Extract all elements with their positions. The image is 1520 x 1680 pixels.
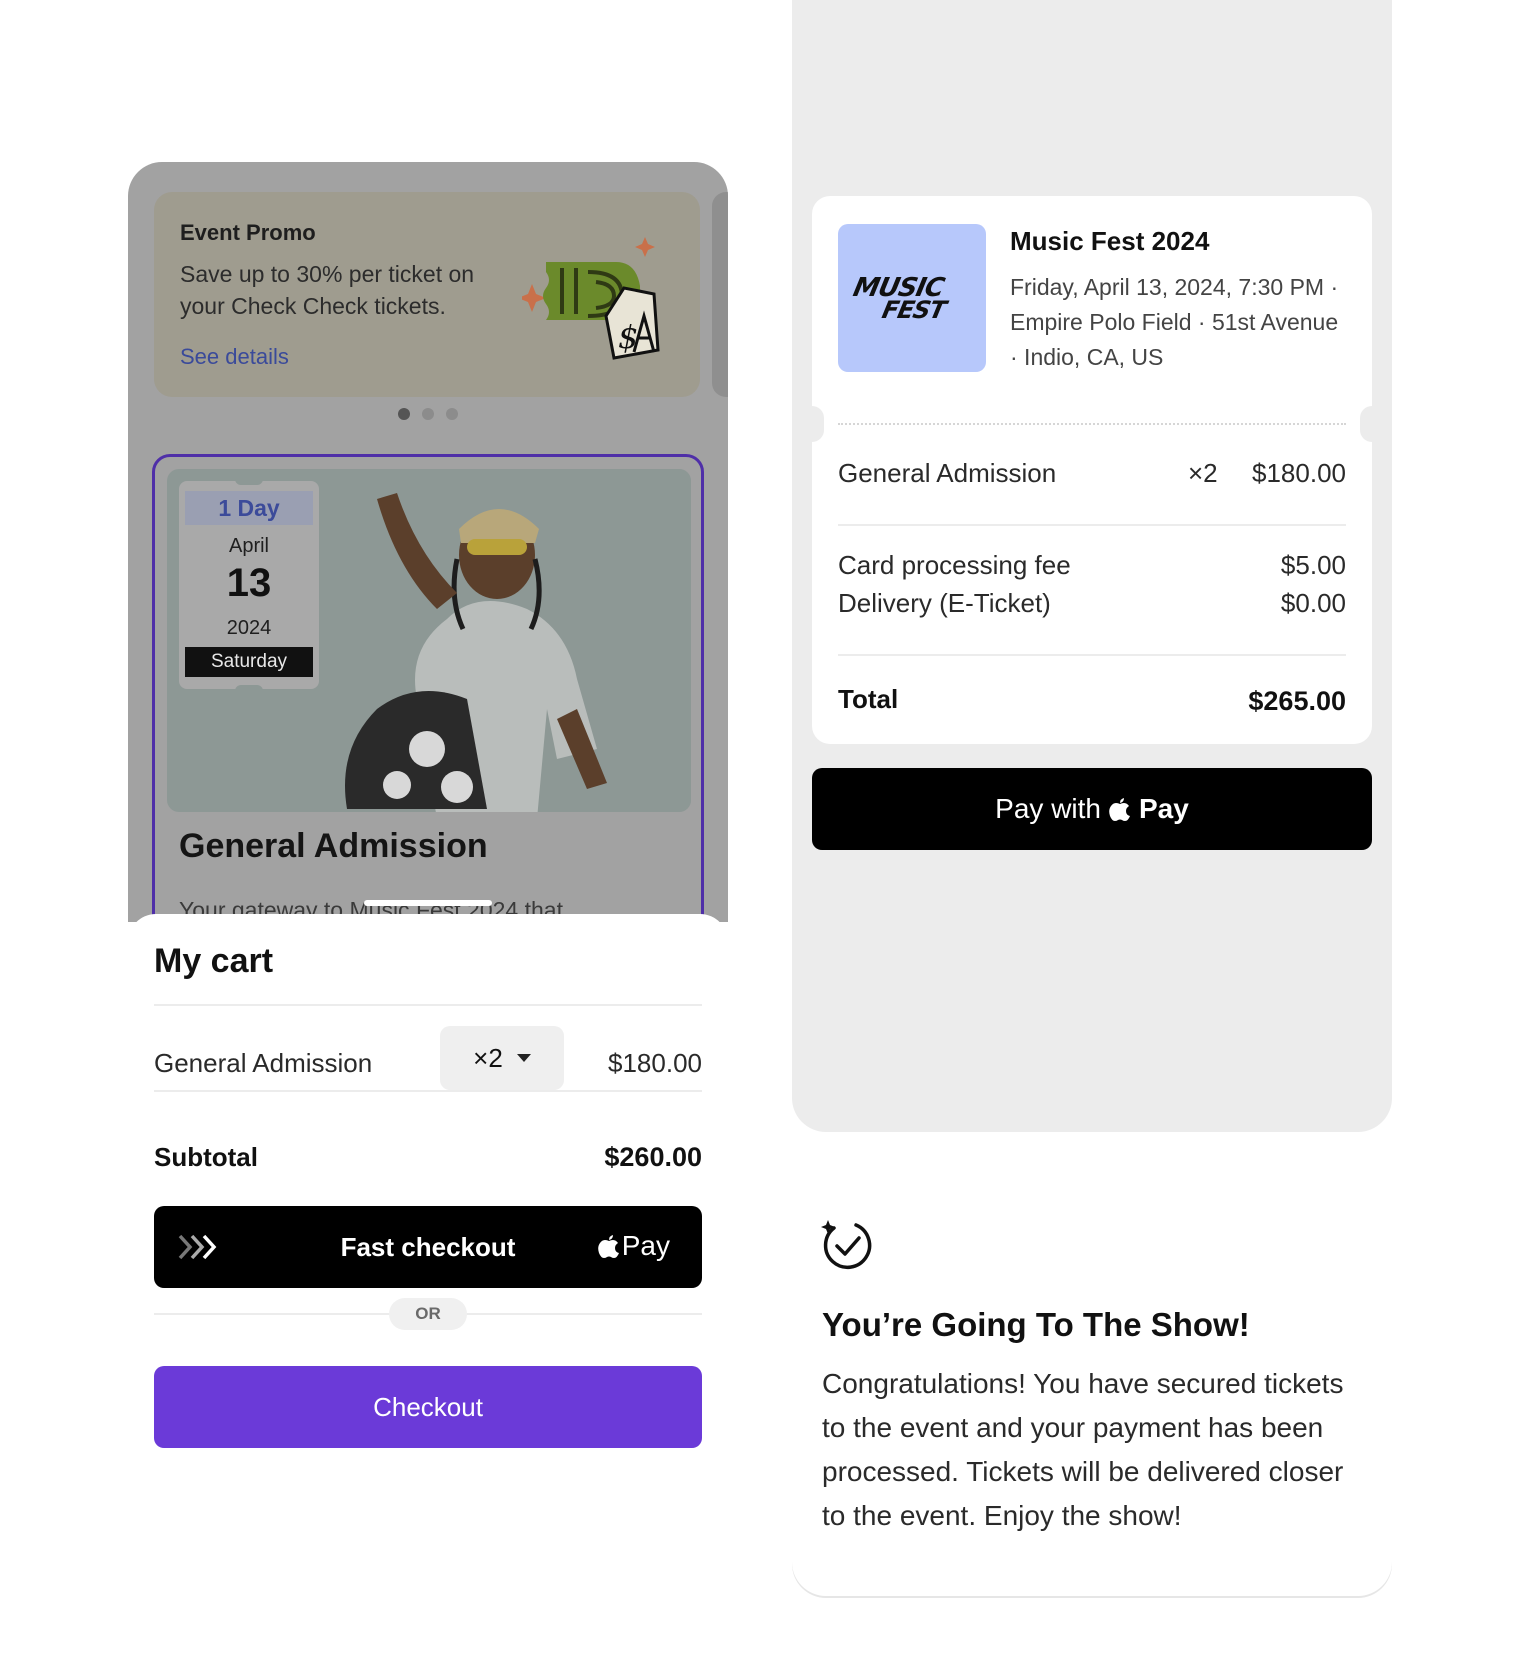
- subtotal-label: Subtotal: [154, 1142, 258, 1172]
- line-item-label: Delivery (E-Ticket): [838, 588, 1051, 618]
- order-summary-card: MUSIC FEST Music Fest 2024 Friday, April…: [800, 196, 1384, 744]
- artist-image: [317, 469, 691, 812]
- date-tag-notch: [235, 477, 263, 485]
- ticket-notch: [800, 406, 824, 442]
- confirmation-title: You’re Going To The Show!: [822, 1306, 1250, 1343]
- date-day-number: 13: [226, 561, 272, 605]
- confirmation-card: You’re Going To The Show! Congratulation…: [792, 1150, 1392, 1596]
- or-label: OR: [389, 1298, 467, 1330]
- divider: [154, 1004, 702, 1006]
- quantity-select[interactable]: ×2: [440, 1026, 564, 1090]
- confirmation-body: Congratulations! You have secured ticket…: [822, 1368, 1344, 1531]
- perforation-line: [838, 423, 1346, 425]
- line-item-label: Card processing fee: [838, 550, 1071, 580]
- total-label: Total: [838, 684, 899, 714]
- promo-card[interactable]: Event Promo Save up to 30% per ticket on…: [154, 192, 700, 397]
- pay-with-label: Pay with: [995, 793, 1101, 824]
- apple-logo-icon: [1109, 798, 1130, 821]
- logo-line-2: FEST: [880, 295, 952, 324]
- event-title: Music Fest 2024: [1010, 226, 1210, 256]
- apple-logo-icon: [597, 1235, 619, 1258]
- checkout-button[interactable]: Checkout: [154, 1366, 702, 1448]
- pay-with-apple-pay-button[interactable]: Pay with Pay: [812, 768, 1372, 850]
- ticket-card-selected[interactable]: 1 Day April 13 2024 Saturday General Adm…: [152, 454, 704, 954]
- quantity-value: ×2: [473, 1042, 503, 1073]
- artist-photo: 1 Day April 13 2024 Saturday: [167, 469, 691, 812]
- date-year: 2024: [226, 617, 272, 639]
- divider: [154, 1090, 702, 1092]
- date-month: April: [228, 535, 269, 557]
- dimmed-background[interactable]: Event Promo Save up to 30% per ticket on…: [128, 162, 728, 954]
- line-item-value: $180.00: [1252, 458, 1346, 488]
- order-summary-screen: MUSIC FEST Music Fest 2024 Friday, April…: [792, 0, 1392, 1132]
- divider: [838, 654, 1346, 656]
- date-duration: 1 Day: [185, 491, 313, 525]
- line-item-value: $0.00: [1280, 588, 1346, 618]
- cart-item-label: General Admission: [154, 1048, 373, 1078]
- promo-text: Save up to 30% per ticket on your Check …: [180, 261, 475, 319]
- total-value: $265.00: [1248, 686, 1346, 716]
- date-tag: 1 Day April 13 2024 Saturday: [179, 477, 319, 693]
- apple-pay-mark: Pay: [597, 1230, 670, 1262]
- sheet-grab-handle[interactable]: [364, 900, 492, 906]
- pay-word: Pay: [621, 1230, 670, 1261]
- promo-title: Event Promo: [180, 220, 316, 245]
- date-weekday: Saturday: [185, 647, 313, 677]
- event-meta: Friday, April 13, 2024, 7:30 PM · Empire…: [1010, 274, 1339, 370]
- cart-sheet: My cart General Admission ×2 $180.00 Sub…: [128, 914, 728, 1456]
- event-thumbnail: MUSIC FEST: [838, 224, 986, 372]
- check-circle-sparkle-icon: [821, 1220, 872, 1270]
- date-tag-notch: [235, 685, 263, 693]
- chevron-down-icon: [516, 1054, 531, 1062]
- pay-word: Pay: [1139, 793, 1189, 824]
- next-promo-card[interactable]: [712, 192, 728, 397]
- music-fest-logo: MUSIC FEST: [851, 273, 952, 324]
- cart-screen: Event Promo Save up to 30% per ticket on…: [128, 162, 728, 1456]
- ticket-notch: [1360, 406, 1384, 442]
- line-item-qty: ×2: [1188, 458, 1218, 488]
- ticket-heading: General Admission: [179, 827, 488, 865]
- divider: [838, 524, 1346, 526]
- see-details-link[interactable]: See details: [180, 344, 289, 370]
- subtotal-value: $260.00: [604, 1142, 702, 1172]
- line-item-label: General Admission: [838, 458, 1057, 488]
- carousel-dots: [128, 408, 728, 420]
- cart-title: My cart: [154, 942, 274, 980]
- fast-checkout-button[interactable]: Fast checkout Pay: [154, 1206, 702, 1288]
- carousel-dot[interactable]: [446, 408, 458, 420]
- ticket-dollar-illustration: $: [522, 237, 660, 360]
- cart-item-price: $180.00: [608, 1048, 702, 1078]
- carousel-dot[interactable]: [422, 408, 434, 420]
- line-item-value: $5.00: [1280, 550, 1346, 580]
- carousel-dot[interactable]: [398, 408, 410, 420]
